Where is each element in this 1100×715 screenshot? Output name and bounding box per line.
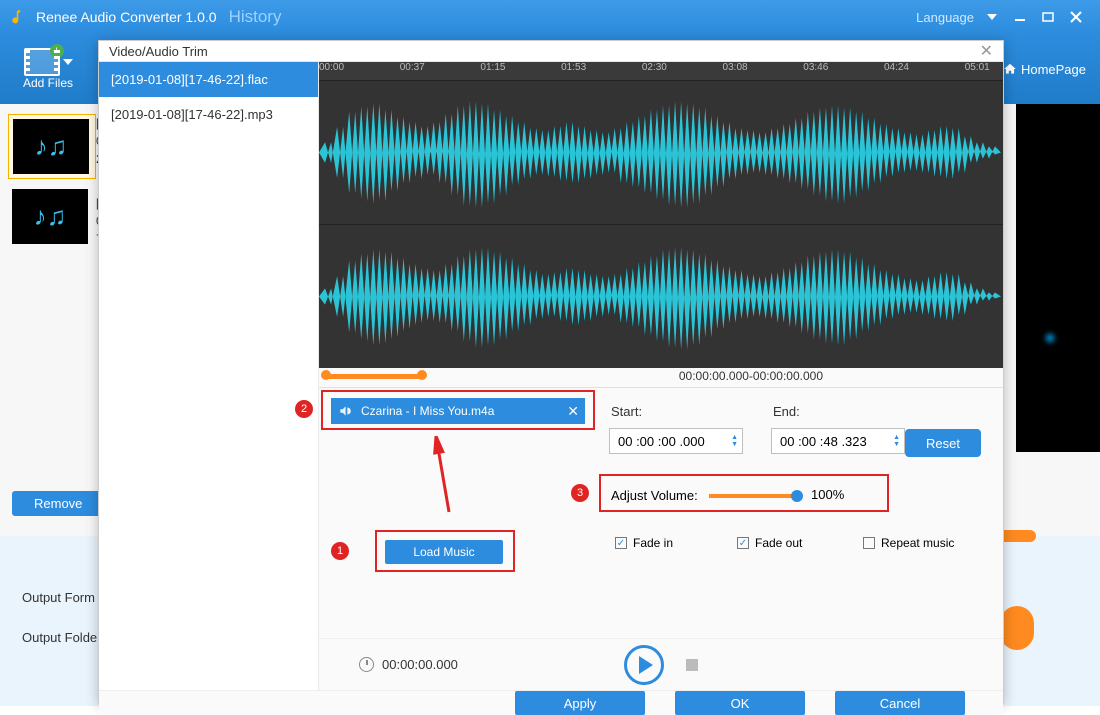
clock-icon xyxy=(359,657,374,672)
spinner-icon[interactable]: ▲▼ xyxy=(893,434,900,448)
add-files-label: Add Files xyxy=(23,76,73,90)
file-card[interactable]: ♪♫ xyxy=(8,189,96,244)
file-thumbnail: ♪♫ xyxy=(13,119,89,174)
filelist-item[interactable]: [2019-01-08][17-46-22].flac xyxy=(99,62,318,97)
timeline-ruler[interactable]: 00:00 00:37 01:15 01:53 02:30 03:08 03:4… xyxy=(319,62,1003,80)
playback-row: 00:00:00.000 xyxy=(319,638,1003,690)
volume-slider-thumb[interactable] xyxy=(791,490,803,502)
trim-time-display: 00:00:00.000-00:00:00.000 xyxy=(679,369,823,383)
history-link[interactable]: History xyxy=(229,7,282,27)
language-label[interactable]: Language xyxy=(916,10,974,25)
music-chip-label: Czarina - I Miss You.m4a xyxy=(361,404,494,418)
annotation-number-3: 3 xyxy=(571,484,589,502)
play-button[interactable] xyxy=(624,645,664,685)
waveform-channel xyxy=(319,224,1003,368)
output-folder-label: Output Folde xyxy=(22,630,97,645)
dialog-title: Video/Audio Trim xyxy=(109,44,208,59)
start-time-input[interactable]: 00 :00 :00 .000 ▲▼ xyxy=(609,428,743,454)
annotation-arrow xyxy=(429,436,457,516)
music-note-icon: ♪♫ xyxy=(34,201,67,232)
play-icon xyxy=(639,656,653,674)
dialog-footer: Apply OK Cancel xyxy=(99,690,1003,715)
language-dropdown-icon[interactable] xyxy=(978,6,1006,28)
file-card[interactable]: ♪♫ xyxy=(8,114,96,179)
repeat-music-checkbox[interactable]: Repeat music xyxy=(863,536,954,550)
titlebar: Renee Audio Converter 1.0.0 History Lang… xyxy=(0,0,1100,34)
end-time-input[interactable]: 00 :00 :48 .323 ▲▼ xyxy=(771,428,905,454)
close-button[interactable] xyxy=(1062,6,1090,28)
minimize-button[interactable] xyxy=(1006,6,1034,28)
dialog-filelist: [2019-01-08][17-46-22].flac [2019-01-08]… xyxy=(99,62,319,690)
filelist-item[interactable]: [2019-01-08][17-46-22].mp3 xyxy=(99,97,318,132)
remove-button[interactable]: Remove xyxy=(12,491,104,516)
annotation-number-2: 2 xyxy=(295,400,313,418)
end-label: End: xyxy=(773,404,800,419)
checkbox-icon xyxy=(863,537,875,549)
app-logo-icon xyxy=(10,8,28,26)
music-chip-remove-icon[interactable]: ✕ xyxy=(567,403,579,420)
trim-dialog: Video/Audio Trim ✕ [2019-01-08][17-46-22… xyxy=(98,40,1004,704)
fade-in-checkbox[interactable]: ✓ Fade in xyxy=(615,536,673,550)
decoration xyxy=(1000,530,1036,542)
fade-out-checkbox[interactable]: ✓ Fade out xyxy=(737,536,802,550)
waveform-area[interactable] xyxy=(319,80,1003,368)
output-format-label: Output Form xyxy=(22,590,95,605)
stop-button[interactable] xyxy=(686,659,698,671)
apply-button[interactable]: Apply xyxy=(515,691,645,715)
homepage-label: HomePage xyxy=(1021,62,1086,77)
spinner-icon[interactable]: ▲▼ xyxy=(731,434,738,448)
playback-clock: 00:00:00.000 xyxy=(359,657,458,672)
app-title: Renee Audio Converter 1.0.0 xyxy=(36,9,217,25)
volume-value: 100% xyxy=(811,487,844,502)
decoration xyxy=(1000,606,1034,650)
dialog-titlebar: Video/Audio Trim ✕ xyxy=(99,41,1003,62)
dialog-close-icon[interactable]: ✕ xyxy=(980,41,993,61)
waveform-channel xyxy=(319,80,1003,224)
volume-slider-track[interactable] xyxy=(709,494,795,498)
trim-handle-start[interactable] xyxy=(321,370,331,380)
trim-handle-end[interactable] xyxy=(417,370,427,380)
loaded-music-chip[interactable]: Czarina - I Miss You.m4a ✕ xyxy=(331,398,585,424)
ok-button[interactable]: OK xyxy=(675,691,805,715)
annotation-number-1: 1 xyxy=(331,542,349,560)
checkbox-icon: ✓ xyxy=(615,537,627,549)
speaker-icon xyxy=(337,404,353,418)
add-files-button[interactable]: + Add Files xyxy=(12,48,84,90)
trim-range[interactable] xyxy=(325,374,419,379)
adjust-volume-label: Adjust Volume: xyxy=(611,488,698,503)
controls-panel: 2 Czarina - I Miss You.m4a ✕ Start: End:… xyxy=(319,388,1003,638)
preview-area xyxy=(1016,104,1100,452)
maximize-button[interactable] xyxy=(1034,6,1062,28)
file-thumbnail: ♪♫ xyxy=(12,189,88,244)
checkbox-icon: ✓ xyxy=(737,537,749,549)
trim-range-bar[interactable]: 00:00:00.000-00:00:00.000 xyxy=(319,368,1003,388)
homepage-link[interactable]: HomePage xyxy=(1003,62,1086,77)
film-plus-icon: + xyxy=(24,48,60,76)
music-note-icon: ♪♫ xyxy=(35,131,68,162)
cancel-button[interactable]: Cancel xyxy=(835,691,965,715)
start-label: Start: xyxy=(611,404,642,419)
reset-button[interactable]: Reset xyxy=(905,429,981,457)
home-icon xyxy=(1003,62,1017,76)
load-music-button[interactable]: Load Music xyxy=(385,540,503,564)
